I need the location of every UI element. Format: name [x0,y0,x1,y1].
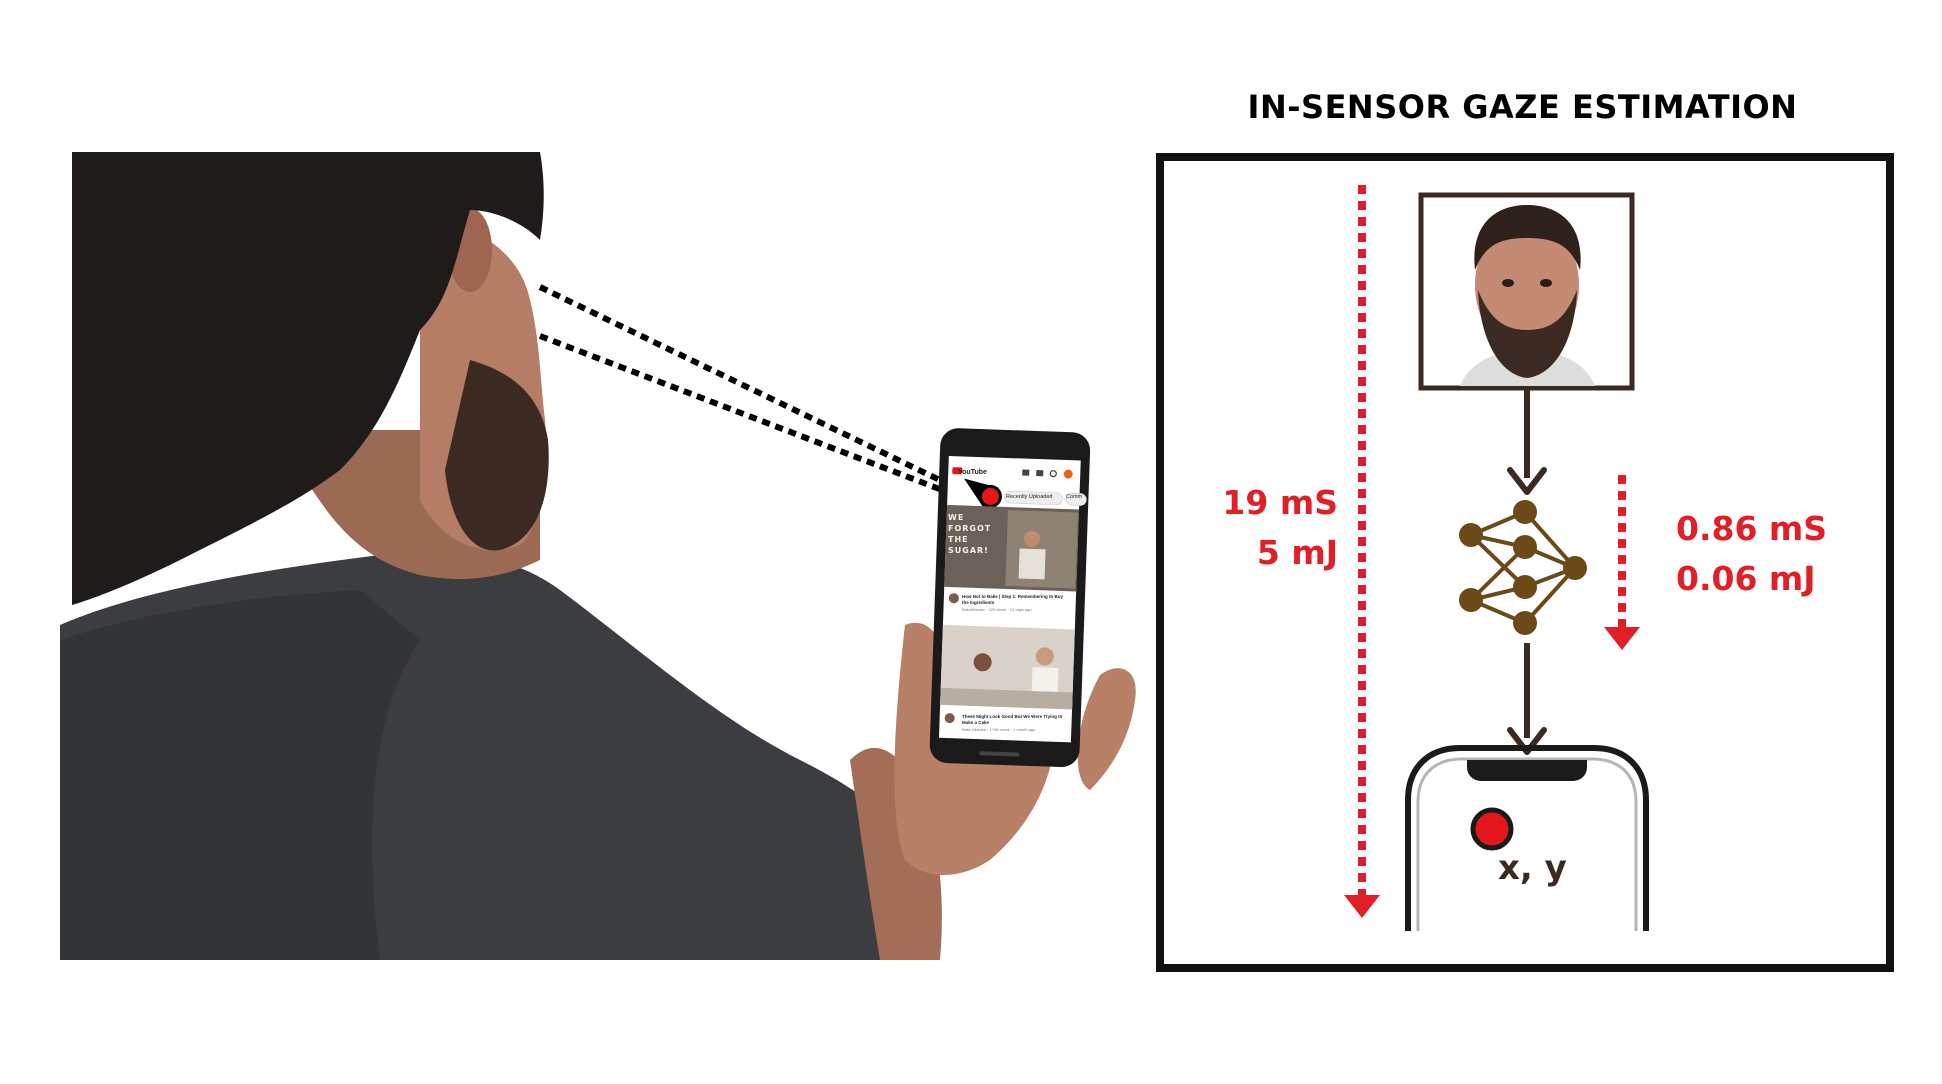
diagram-title: IN-SENSOR GAZE ESTIMATION [1247,88,1798,126]
nn-node [1563,556,1587,580]
yt-chip-recent-label: Recently Uploaded [1006,494,1053,500]
yt-app-name: YouTube [958,469,987,476]
nn-node [1513,535,1537,559]
output-phone [1405,745,1649,931]
in-sensor-energy: 0.06 mJ [1676,559,1816,598]
yt-camera-icon [1022,469,1030,476]
person-shoulder-shade [60,590,420,960]
thumbnail-1-caption: WE FORGOT THE SUGAR! [948,512,991,556]
full-pipeline-arrow-head [1344,895,1380,918]
full-pipeline-metrics: 19 mS 5 mJ [1190,478,1338,578]
figure-canvas: IN-SENSOR GAZE ESTIMATION 19 mS 5 mJ 0.8… [0,0,1942,1084]
in-sensor-latency: 0.86 mS [1676,509,1828,548]
face-image [1418,192,1635,391]
thumbnail-text-line: SUGAR! [948,546,989,555]
face-eye-right-icon [1540,279,1552,287]
yt-chip-comm-label: Comm [1066,494,1083,500]
face-eye-left-icon [1502,279,1514,287]
nn-node [1459,588,1483,612]
gaze-lines [538,284,957,498]
thumbnail-text-line: WE [948,513,965,522]
nn-node [1513,611,1537,635]
full-pipeline-energy: 5 mJ [1256,533,1338,572]
output-phone-inner [1416,757,1638,931]
in-sensor-metrics: 0.86 mS 0.06 mJ [1676,504,1836,604]
gaze-point-dot [1470,807,1514,851]
gaze-coordinates-label: x, y [1498,848,1567,888]
thumbnail-1-person-body [1018,548,1046,580]
thumbnail-text-line: FORGOT [948,524,992,533]
gaze-line-upper [538,284,952,488]
in-sensor-arrow-head [1604,627,1640,650]
nn-node [1459,523,1483,547]
video-meta-2: Bake Mistake · 1736 views · 1 month ago [962,727,1036,732]
gaze-dot-on-phone [978,484,1002,508]
pipeline-arrows [1507,390,1547,755]
nn-node [1513,500,1537,524]
video-title-2: These Might Look Good But We Were Trying… [962,714,1063,725]
yt-inbox-icon [1036,470,1044,477]
video-title-1: How Not to Bake | Step 1: Remembering to… [962,594,1064,605]
gaze-line-lower [538,333,957,498]
thumbnail-2-shirt-b [1031,667,1059,692]
output-phone-notch [1467,760,1587,781]
full-pipeline-latency: 19 mS [1222,483,1338,522]
neural-network-icon [1459,500,1587,635]
video-meta-1: BakeMistake · 226 views · 12 days ago [962,607,1032,612]
nn-node [1513,575,1537,599]
person-thumb [1077,668,1136,790]
thumbnail-text-line: THE [948,535,969,544]
